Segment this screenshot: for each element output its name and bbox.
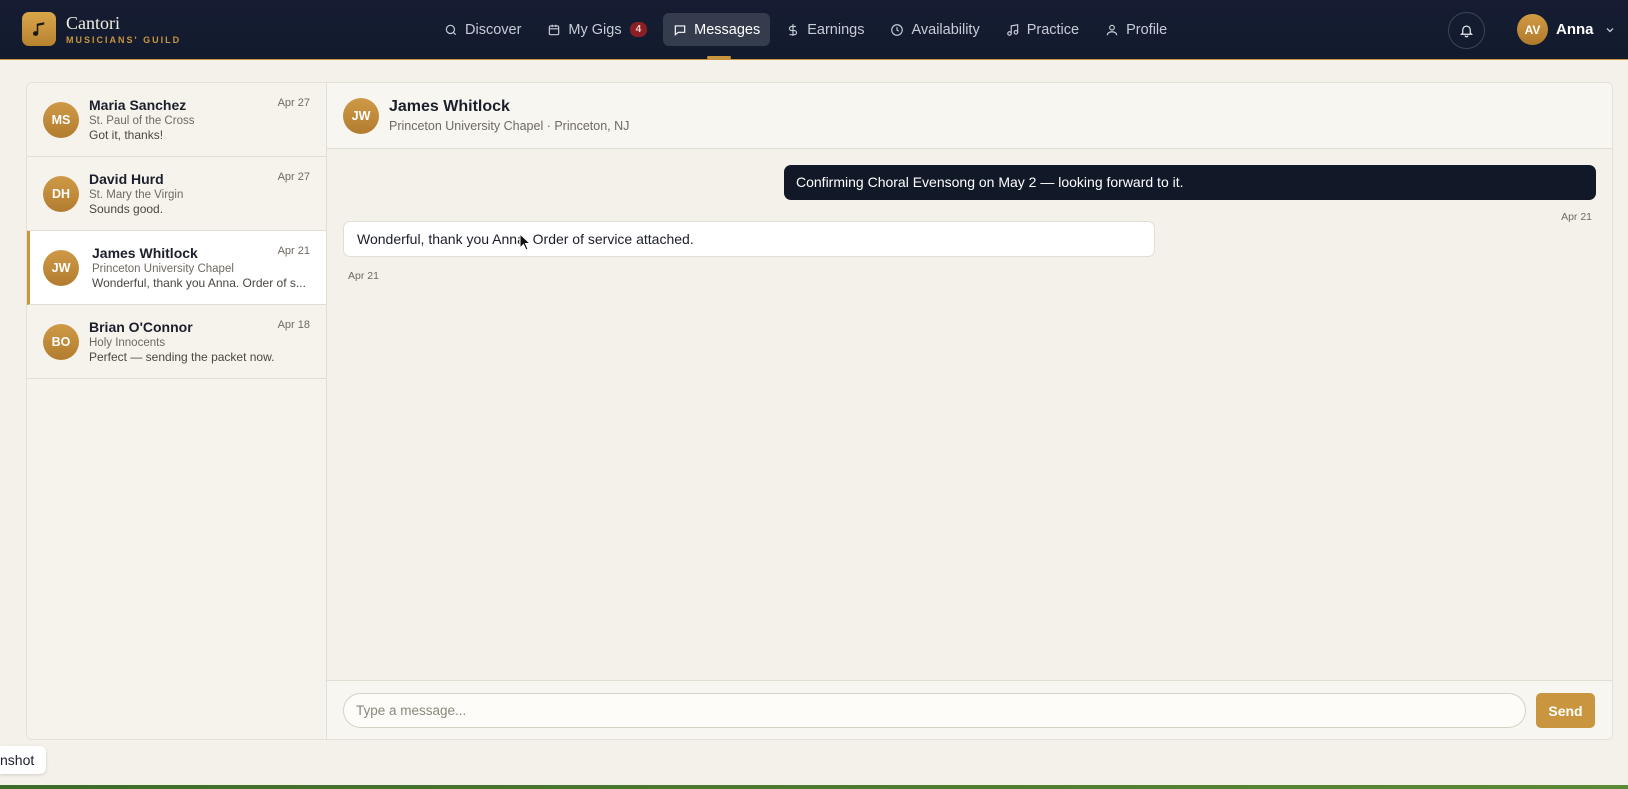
thread-header: JW James Whitlock Princeton University C… xyxy=(327,83,1612,149)
message-list: Confirming Choral Evensong on May 2 — lo… xyxy=(327,149,1612,680)
brand-name: Cantori xyxy=(66,12,120,33)
notifications-button[interactable] xyxy=(1448,12,1485,49)
nav-my-gigs[interactable]: My Gigs 4 xyxy=(537,13,657,46)
nav-discover[interactable]: Discover xyxy=(434,13,531,46)
contact-name: James Whitlock xyxy=(389,98,510,115)
search-icon xyxy=(445,24,457,35)
user-icon xyxy=(1106,24,1118,35)
conversation-date: Apr 27 xyxy=(277,97,310,109)
nav-earnings[interactable]: Earnings xyxy=(776,13,874,46)
message-thread: JW James Whitlock Princeton University C… xyxy=(327,83,1612,739)
desktop-edge xyxy=(0,785,1628,789)
music-note-icon xyxy=(1006,23,1018,36)
nav-label-earnings: Earnings xyxy=(807,21,865,38)
avatar: BO xyxy=(43,324,79,360)
conversation-item[interactable]: BO Brian O'Connor Holy Innocents Perfect… xyxy=(27,305,326,379)
mouse-cursor-icon xyxy=(519,233,531,251)
nav-practice[interactable]: Practice xyxy=(996,13,1089,46)
music-note-logo-icon xyxy=(22,12,56,46)
conversation-date: Apr 21 xyxy=(277,245,310,257)
avatar: JW xyxy=(43,250,79,286)
user-menu[interactable]: AV Anna xyxy=(1517,14,1616,45)
messages-panel: MS Maria Sanchez St. Paul of the Cross G… xyxy=(26,82,1613,740)
nav-profile[interactable]: Profile xyxy=(1095,13,1177,46)
calendar-icon xyxy=(549,24,560,35)
nav-availability[interactable]: Availability xyxy=(880,13,989,46)
conversation-date: Apr 27 xyxy=(277,171,310,183)
nav-label-practice: Practice xyxy=(1026,21,1080,38)
outgoing-message: Confirming Choral Evensong on May 2 — lo… xyxy=(784,165,1596,200)
contact-venue-location: Princeton University Chapel · Princeton,… xyxy=(389,119,630,133)
message-composer: Send xyxy=(327,680,1612,739)
nav-label-discover: Discover xyxy=(465,21,522,38)
message-timestamp: Apr 21 xyxy=(1561,211,1592,223)
message-input[interactable] xyxy=(343,693,1526,728)
conversation-date: Apr 18 xyxy=(277,319,310,331)
conversation-preview: Got it, thanks! xyxy=(89,128,164,142)
main-nav: Discover My Gigs 4 Messages Earnings Ava… xyxy=(434,13,1183,59)
conversation-list: MS Maria Sanchez St. Paul of the Cross G… xyxy=(27,83,327,739)
conversation-venue: St. Mary the Virgin xyxy=(89,189,184,201)
dollar-icon xyxy=(789,23,798,36)
conversation-preview: Perfect — sending the packet now. xyxy=(89,350,275,364)
message-icon xyxy=(674,24,686,36)
conversation-item[interactable]: DH David Hurd St. Mary the Virgin Sounds… xyxy=(27,157,326,231)
conversation-preview: Sounds good. xyxy=(89,202,164,216)
nav-label-messages: Messages xyxy=(694,21,761,38)
message-timestamp: Apr 21 xyxy=(348,270,379,282)
brand[interactable]: Cantori MUSICIANS' GUILD xyxy=(22,12,181,46)
contact-avatar: JW xyxy=(343,98,379,134)
send-button[interactable]: Send xyxy=(1536,693,1595,728)
chevron-down-icon xyxy=(1606,27,1613,32)
avatar: DH xyxy=(43,176,79,212)
nav-messages[interactable]: Messages xyxy=(663,13,771,59)
avatar: MS xyxy=(43,102,79,138)
clock-icon xyxy=(891,23,904,36)
gigs-count-badge: 4 xyxy=(629,22,648,37)
bell-icon xyxy=(1459,25,1474,38)
conversation-venue: St. Paul of the Cross xyxy=(89,115,195,127)
brand-tagline: MUSICIANS' GUILD xyxy=(66,34,182,45)
conversation-item-active[interactable]: JW James Whitlock Princeton University C… xyxy=(27,231,326,305)
conversation-venue: Holy Innocents xyxy=(89,337,166,349)
top-navigation-bar: Cantori MUSICIANS' GUILD Discover My Gig… xyxy=(0,0,1628,60)
nav-label-my-gigs: My Gigs xyxy=(568,21,622,38)
screenshot-button[interactable]: nshot xyxy=(0,746,46,774)
user-avatar: AV xyxy=(1517,14,1548,45)
nav-label-profile: Profile xyxy=(1126,21,1168,38)
user-name: Anna xyxy=(1556,21,1594,38)
nav-label-availability: Availability xyxy=(911,21,980,38)
incoming-message: Wonderful, thank you Anna. Order of serv… xyxy=(343,221,1155,257)
conversation-venue: Princeton University Chapel xyxy=(92,263,234,275)
conversation-item[interactable]: MS Maria Sanchez St. Paul of the Cross G… xyxy=(27,83,326,157)
conversation-preview: Wonderful, thank you Anna. Order of s... xyxy=(92,276,306,290)
